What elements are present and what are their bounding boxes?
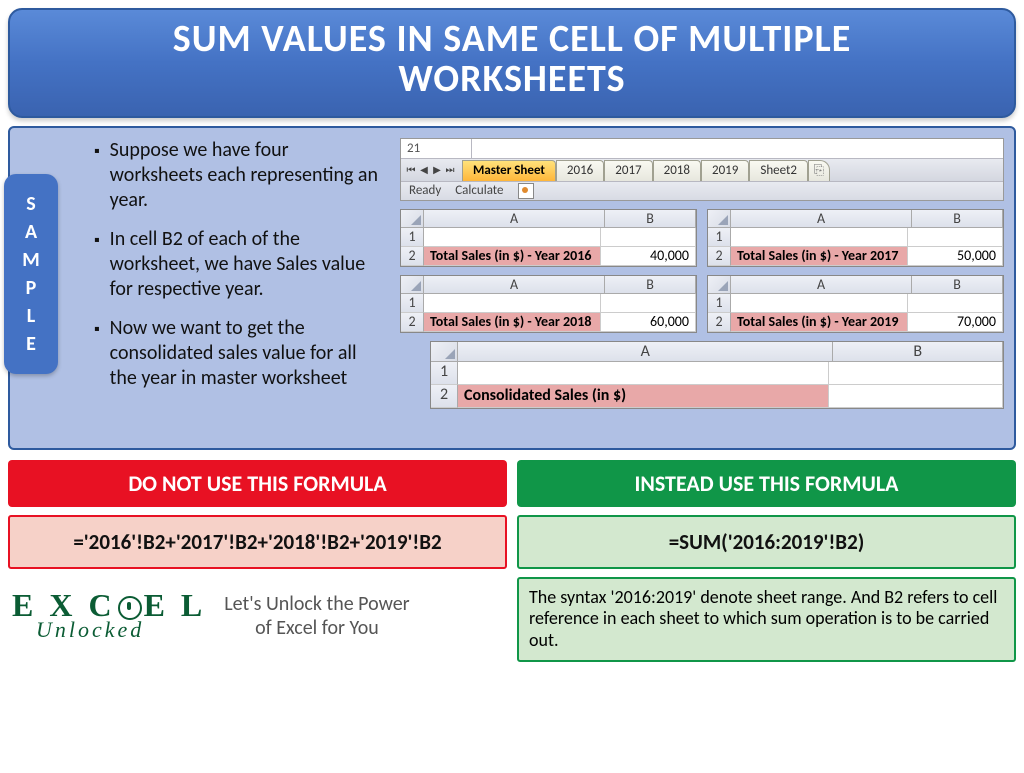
keyhole-icon: [118, 596, 142, 620]
formula-bar[interactable]: [472, 139, 1003, 158]
next-tab-icon[interactable]: ▶: [431, 163, 443, 176]
explanation-text: The syntax '2016:2019' denote sheet rang…: [517, 577, 1016, 662]
status-ready: Ready: [409, 183, 441, 198]
brand-logo: E X CE L Unlocked: [12, 591, 206, 640]
label-2019: Total Sales (in $) - Year 2019: [731, 313, 908, 332]
tab-sheet2[interactable]: Sheet2: [749, 160, 808, 181]
sheet-master: AB 1 2Consolidated Sales (in $): [430, 341, 1004, 409]
good-formula: =SUM('2016:2019'!B2): [517, 515, 1016, 569]
status-calculate: Calculate: [455, 183, 503, 198]
bullet-item: In cell B2 of each of the worksheet, we …: [94, 227, 384, 302]
value-2018: 60,000: [601, 313, 696, 332]
prev-tab-icon[interactable]: ◀: [418, 163, 430, 176]
sheet-2019: AB 1 2Total Sales (in $) - Year 201970,0…: [707, 275, 1004, 333]
bullet-item: Suppose we have four worksheets each rep…: [94, 138, 384, 213]
name-box[interactable]: 21: [401, 139, 472, 158]
record-macro-icon[interactable]: [518, 183, 534, 199]
tab-2016[interactable]: 2016: [556, 160, 604, 181]
label-master: Consolidated Sales (in $): [458, 385, 829, 408]
value-2017: 50,000: [908, 247, 1003, 266]
tab-2019[interactable]: 2019: [701, 160, 749, 181]
title-line-2: WORKSHEETS: [398, 56, 625, 102]
tab-2018[interactable]: 2018: [653, 160, 701, 181]
label-2016: Total Sales (in $) - Year 2016: [424, 247, 601, 266]
brand-tagline: Let's Unlock the Power of Excel for You: [224, 592, 409, 640]
last-tab-icon[interactable]: ⏭: [444, 163, 456, 176]
excel-tabs-panel: 21 ⏮ ◀ ▶ ⏭ Master Sheet 2016 2017 2018 2…: [400, 138, 1004, 201]
value-2019: 70,000: [908, 313, 1003, 332]
title-banner: SUM VALUES IN SAME CELL OF MULTIPLE WORK…: [8, 8, 1016, 118]
tab-master-sheet[interactable]: Master Sheet: [462, 160, 556, 181]
sample-block: S A M P L E Suppose we have four workshe…: [8, 126, 1016, 450]
bullet-item: Now we want to get the consolidated sale…: [94, 316, 384, 391]
label-2017: Total Sales (in $) - Year 2017: [731, 247, 908, 266]
new-sheet-icon[interactable]: ⎘: [808, 160, 830, 181]
bad-formula: ='2016'!B2+'2017'!B2+'2018'!B2+'2019'!B2: [8, 515, 507, 569]
value-master: [829, 385, 1003, 408]
sheet-2018: AB 1 2Total Sales (in $) - Year 201860,0…: [400, 275, 697, 333]
value-2016: 40,000: [601, 247, 696, 266]
bullet-list: Suppose we have four worksheets each rep…: [94, 138, 384, 409]
sheet-2016: AB 1 2Total Sales (in $) - Year 201640,0…: [400, 209, 697, 267]
bad-formula-header: DO NOT USE THIS FORMULA: [8, 460, 507, 507]
good-formula-header: INSTEAD USE THIS FORMULA: [517, 460, 1016, 507]
tab-2017[interactable]: 2017: [604, 160, 652, 181]
tab-nav-arrows[interactable]: ⏮ ◀ ▶ ⏭: [405, 163, 456, 176]
first-tab-icon[interactable]: ⏮: [405, 163, 417, 176]
sample-badge: S A M P L E: [4, 174, 58, 374]
sheet-2017: AB 1 2Total Sales (in $) - Year 201750,0…: [707, 209, 1004, 267]
label-2018: Total Sales (in $) - Year 2018: [424, 313, 601, 332]
